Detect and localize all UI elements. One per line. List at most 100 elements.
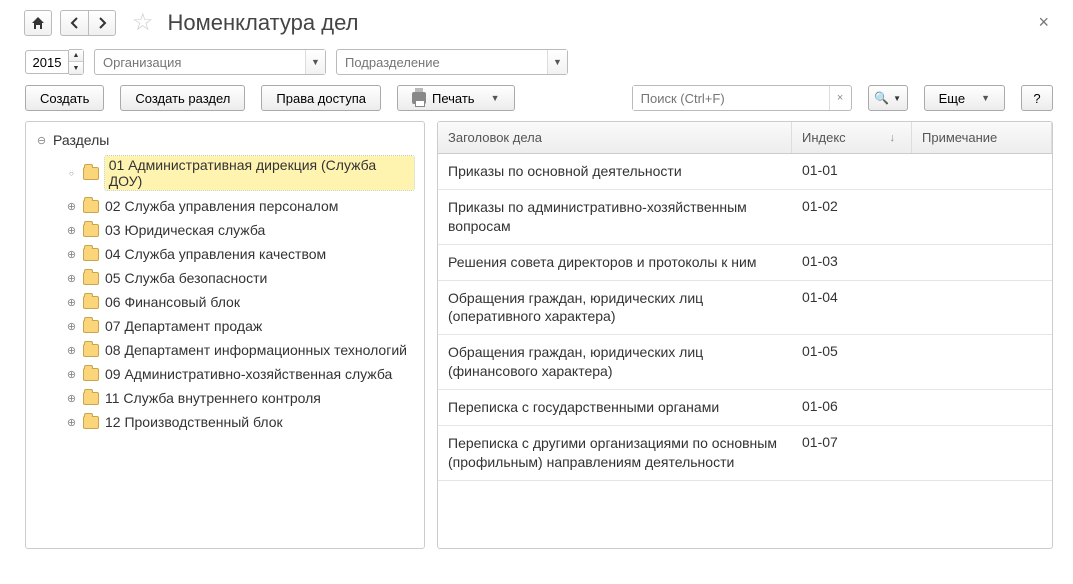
year-spinner[interactable]: ▲ ▼ bbox=[25, 49, 84, 75]
col-index[interactable]: Индекс ↓ bbox=[792, 122, 912, 153]
table-row[interactable]: Обращения граждан, юридических лиц (фина… bbox=[438, 335, 1052, 390]
magnifier-icon: 🔍 bbox=[874, 91, 889, 105]
cell-index: 01-01 bbox=[792, 154, 912, 189]
tree-item[interactable]: 12 Производственный блок bbox=[30, 410, 420, 434]
expand-icon[interactable] bbox=[66, 273, 77, 284]
expand-icon[interactable] bbox=[66, 321, 77, 332]
cell-note bbox=[912, 390, 1052, 425]
table-row[interactable]: Решения совета директоров и протоколы к … bbox=[438, 245, 1052, 281]
col-title[interactable]: Заголовок дела bbox=[438, 122, 792, 153]
nav-group bbox=[60, 10, 116, 36]
cell-note bbox=[912, 281, 1052, 335]
arrow-right-icon bbox=[96, 17, 108, 29]
create-section-button[interactable]: Создать раздел bbox=[120, 85, 245, 111]
tree-item[interactable]: 11 Служба внутреннего контроля bbox=[30, 386, 420, 410]
tree-item[interactable]: 09 Административно-хозяйственная служба bbox=[30, 362, 420, 386]
table-row[interactable]: Переписка с государственными органами01-… bbox=[438, 390, 1052, 426]
chevron-down-icon: ▼ bbox=[893, 94, 901, 103]
access-rights-button[interactable]: Права доступа bbox=[261, 85, 381, 111]
tree-item-label: 06 Финансовый блок bbox=[105, 294, 240, 310]
organization-combo[interactable]: ▼ bbox=[94, 49, 326, 75]
tree-item[interactable]: 08 Департамент информационных технологий bbox=[30, 338, 420, 362]
expand-icon[interactable] bbox=[66, 345, 77, 356]
bullet-icon[interactable] bbox=[66, 168, 77, 179]
access-rights-label: Права доступа bbox=[276, 91, 366, 106]
organization-dropdown-icon[interactable]: ▼ bbox=[305, 50, 325, 74]
folder-icon bbox=[83, 296, 99, 309]
expand-icon[interactable] bbox=[66, 369, 77, 380]
tree-item-label: 03 Юридическая служба bbox=[105, 222, 265, 238]
tree-item-label: 12 Производственный блок bbox=[105, 414, 283, 430]
folder-icon bbox=[83, 272, 99, 285]
cell-title: Переписка с другими организациями по осн… bbox=[438, 426, 792, 480]
table-row[interactable]: Переписка с другими организациями по осн… bbox=[438, 426, 1052, 481]
search-box[interactable]: × bbox=[632, 85, 852, 111]
tree-item-label: 09 Административно-хозяйственная служба bbox=[105, 366, 392, 382]
tree-item-label: 08 Департамент информационных технологий bbox=[105, 342, 407, 358]
expand-icon[interactable] bbox=[66, 417, 77, 428]
tree-item[interactable]: 01 Административная дирекция (Служба ДОУ… bbox=[30, 152, 420, 194]
chevron-down-icon: ▼ bbox=[491, 93, 500, 103]
tree-item[interactable]: 03 Юридическая служба bbox=[30, 218, 420, 242]
folder-icon bbox=[83, 320, 99, 333]
tree-item-label: 04 Служба управления качеством bbox=[105, 246, 326, 262]
tree-item[interactable]: 06 Финансовый блок bbox=[30, 290, 420, 314]
table-body: Приказы по основной деятельности01-01При… bbox=[438, 154, 1052, 481]
expand-icon[interactable] bbox=[66, 225, 77, 236]
help-button[interactable]: ? bbox=[1021, 85, 1053, 111]
collapse-icon[interactable] bbox=[36, 135, 47, 146]
folder-icon bbox=[83, 248, 99, 261]
favorite-icon[interactable]: ☆ bbox=[132, 8, 154, 37]
more-label: Еще bbox=[939, 91, 965, 106]
expand-icon[interactable] bbox=[66, 297, 77, 308]
back-button[interactable] bbox=[60, 10, 88, 36]
tree-root-label: Разделы bbox=[53, 132, 109, 148]
expand-icon[interactable] bbox=[66, 249, 77, 260]
filter-row: ▲ ▼ ▼ ▼ bbox=[0, 49, 1073, 85]
department-input[interactable] bbox=[337, 50, 547, 74]
home-button[interactable] bbox=[24, 10, 52, 36]
tree-item[interactable]: 02 Служба управления персоналом bbox=[30, 194, 420, 218]
forward-button[interactable] bbox=[88, 10, 116, 36]
department-combo[interactable]: ▼ bbox=[336, 49, 568, 75]
folder-icon bbox=[83, 344, 99, 357]
col-note[interactable]: Примечание bbox=[912, 122, 1052, 153]
year-up-button[interactable]: ▲ bbox=[69, 50, 83, 62]
create-section-label: Создать раздел bbox=[135, 91, 230, 106]
print-button[interactable]: Печать ▼ bbox=[397, 85, 515, 111]
cell-title: Переписка с государственными органами bbox=[438, 390, 792, 425]
tree-item[interactable]: 05 Служба безопасности bbox=[30, 266, 420, 290]
tree-item[interactable]: 04 Служба управления качеством bbox=[30, 242, 420, 266]
year-down-button[interactable]: ▼ bbox=[69, 62, 83, 74]
sections-panel: Разделы 01 Административная дирекция (Сл… bbox=[25, 121, 425, 549]
home-icon bbox=[31, 16, 45, 30]
table-row[interactable]: Приказы по административно-хозяйственным… bbox=[438, 190, 1052, 245]
search-clear-button[interactable]: × bbox=[829, 86, 851, 110]
table-row[interactable]: Обращения граждан, юридических лиц (опер… bbox=[438, 281, 1052, 336]
help-label: ? bbox=[1033, 91, 1040, 106]
more-button[interactable]: Еще ▼ bbox=[924, 85, 1005, 111]
printer-icon bbox=[412, 92, 426, 104]
create-button[interactable]: Создать bbox=[25, 85, 104, 111]
cell-title: Приказы по основной деятельности bbox=[438, 154, 792, 189]
search-input[interactable] bbox=[633, 86, 829, 110]
year-input[interactable] bbox=[25, 50, 69, 74]
cell-index: 01-03 bbox=[792, 245, 912, 280]
search-settings-button[interactable]: 🔍 ▼ bbox=[868, 85, 908, 111]
close-button[interactable]: × bbox=[1038, 12, 1061, 33]
chevron-down-icon: ▼ bbox=[981, 93, 990, 103]
tree-root[interactable]: Разделы bbox=[30, 128, 420, 152]
expand-icon[interactable] bbox=[66, 201, 77, 212]
sort-asc-icon: ↓ bbox=[890, 132, 896, 144]
header-bar: ☆ Номенклатура дел × bbox=[0, 0, 1073, 49]
expand-icon[interactable] bbox=[66, 393, 77, 404]
table-row[interactable]: Приказы по основной деятельности01-01 bbox=[438, 154, 1052, 190]
department-dropdown-icon[interactable]: ▼ bbox=[547, 50, 567, 74]
tree-item-label: 11 Служба внутреннего контроля bbox=[105, 390, 321, 406]
cell-note bbox=[912, 335, 1052, 389]
cell-title: Обращения граждан, юридических лиц (опер… bbox=[438, 281, 792, 335]
panels: Разделы 01 Административная дирекция (Сл… bbox=[0, 121, 1073, 569]
cases-panel: Заголовок дела Индекс ↓ Примечание Прика… bbox=[437, 121, 1053, 549]
tree-item[interactable]: 07 Департамент продаж bbox=[30, 314, 420, 338]
organization-input[interactable] bbox=[95, 50, 305, 74]
